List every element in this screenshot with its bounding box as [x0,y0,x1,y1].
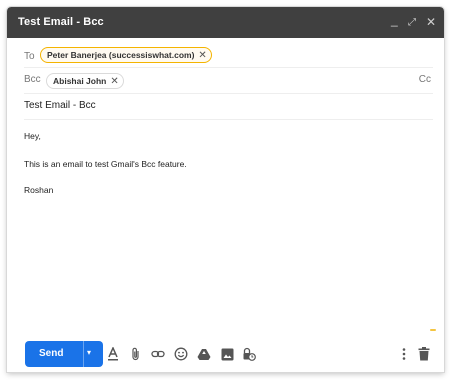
bcc-field[interactable]: Bcc Abishai John ✕ Cc [24,68,433,94]
body-line: Roshan [24,185,54,195]
bcc-label: Bcc [24,74,41,85]
remove-recipient-icon[interactable]: ✕ [110,76,118,87]
more-options-icon[interactable] [396,346,412,362]
confidential-mode-icon[interactable] [241,346,257,362]
remove-recipient-icon[interactable]: ✕ [198,50,206,61]
compose-title-bar[interactable]: Test Email - Bcc _ ⤢ ✕ [7,7,444,38]
subject-input[interactable]: Test Email - Bcc [24,100,96,111]
bcc-recipient-chip[interactable]: Abishai John ✕ [46,73,124,89]
message-body[interactable]: Hey, This is an email to test Gmail's Bc… [24,125,433,335]
recipient-name: Peter Banerjea (successiswhat.com) [47,50,195,60]
send-divider [83,341,84,367]
send-button[interactable]: Send ▾ [25,341,103,367]
photo-icon[interactable] [219,346,235,362]
send-options-caret-icon[interactable]: ▾ [87,348,91,357]
formatting-icon[interactable] [105,346,121,362]
minimize-icon[interactable]: _ [391,12,398,28]
add-cc-link[interactable]: Cc [419,74,431,85]
body-line: This is an email to test Gmail's Bcc fea… [24,159,187,169]
close-icon[interactable]: ✕ [426,14,436,30]
compose-window: Test Email - Bcc _ ⤢ ✕ To Peter Banerjea… [7,7,444,372]
subject-field[interactable]: Test Email - Bcc [24,95,433,120]
emoji-icon[interactable] [173,346,189,362]
to-label: To [24,51,35,62]
trash-icon[interactable] [416,346,432,362]
link-icon[interactable] [150,346,166,362]
recipient-name: Abishai John [53,76,107,86]
recipient-chip[interactable]: Peter Banerjea (successiswhat.com) ✕ [40,47,212,63]
resize-indicator [430,329,436,331]
to-field[interactable]: To Peter Banerjea (successiswhat.com) ✕ [24,45,433,68]
full-screen-icon[interactable]: ⤢ [408,15,416,31]
compose-title: Test Email - Bcc [18,16,104,28]
attach-icon[interactable] [128,346,144,362]
send-label: Send [39,348,64,359]
compose-toolbar: Send ▾ [7,337,444,372]
body-line: Hey, [24,131,41,141]
drive-icon[interactable] [196,346,212,362]
